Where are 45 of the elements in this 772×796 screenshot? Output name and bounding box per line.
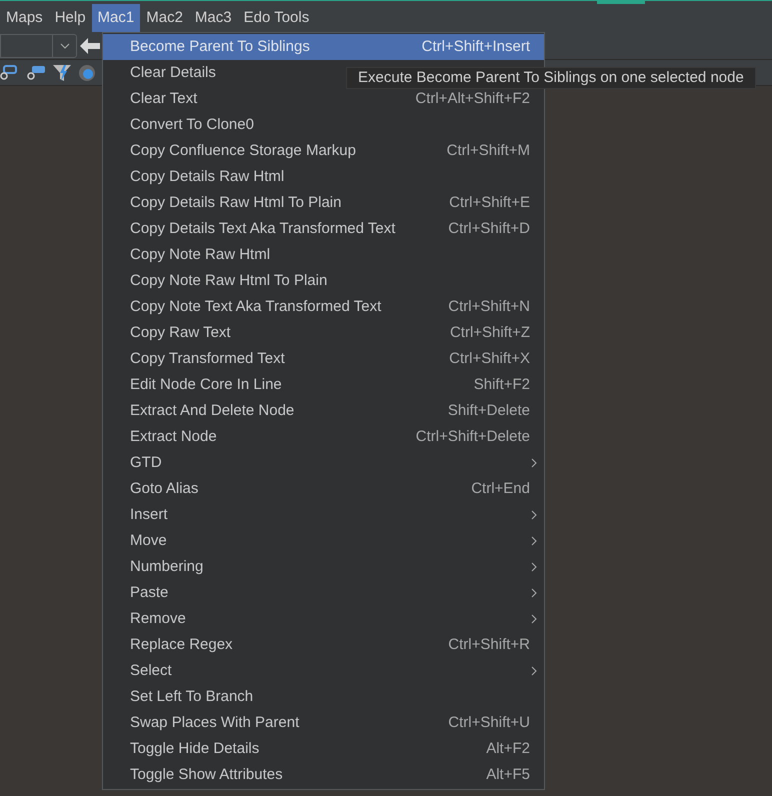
menu-item[interactable]: Copy Details Raw Html To Plain Ctrl+Shift+E xyxy=(103,190,544,216)
menu-bar-item[interactable]: Help xyxy=(48,4,92,32)
menu-item[interactable]: Copy Confluence Storage Markup Ctrl+Shift+M xyxy=(103,138,544,164)
menu-item[interactable]: Move xyxy=(103,528,544,554)
chevron-right-icon xyxy=(531,614,537,624)
chevron-right-icon xyxy=(531,588,537,598)
back-arrow-icon[interactable] xyxy=(80,38,100,54)
chevron-down-icon xyxy=(60,42,70,48)
filter-icon[interactable] xyxy=(52,62,72,82)
menu-item[interactable]: Edit Node Core In Line Shift+F2 xyxy=(103,372,544,398)
menu-item[interactable]: Paste xyxy=(103,580,544,606)
menu-item[interactable]: Copy Details Raw Html xyxy=(103,164,544,190)
chevron-right-icon xyxy=(531,562,537,572)
menu-item[interactable]: Copy Raw Text Ctrl+Shift+Z xyxy=(103,320,544,346)
menu-item[interactable]: Copy Details Text Aka Transformed Text Ctrl+Shift+D xyxy=(103,216,544,242)
menu-bar-item[interactable]: Mac1 xyxy=(92,4,140,32)
menu-bar-item[interactable]: Mac2 xyxy=(140,4,189,32)
chevron-right-icon xyxy=(531,458,537,468)
menu-item[interactable]: Convert To Clone0 xyxy=(103,112,544,138)
menu-item[interactable]: Select xyxy=(103,658,544,684)
chevron-right-icon xyxy=(531,536,537,546)
menu-item[interactable]: Goto Alias Ctrl+End xyxy=(103,476,544,502)
menu-item[interactable]: Remove xyxy=(103,606,544,632)
menu-item[interactable]: Extract Node Ctrl+Shift+Delete xyxy=(103,424,544,450)
menu-item[interactable]: Become Parent To Siblings Ctrl+Shift+Insert xyxy=(103,34,544,60)
menu-item[interactable]: Clear Text Ctrl+Alt+Shift+F2 xyxy=(103,86,544,112)
menu-item[interactable]: Set Left To Branch xyxy=(103,684,544,710)
menu-item[interactable]: Replace Regex Ctrl+Shift+R xyxy=(103,632,544,658)
menu-item[interactable]: Copy Note Raw Html xyxy=(103,242,544,268)
menu-item[interactable]: GTD xyxy=(103,450,544,476)
menu-bar-item[interactable]: Mac3 xyxy=(188,4,238,32)
menu-item[interactable]: Insert xyxy=(103,502,544,528)
menu-bar-item[interactable]: Maps xyxy=(0,4,49,32)
chevron-right-icon xyxy=(531,510,537,520)
tooltip: Execute Become Parent To Siblings on one selected node xyxy=(346,67,756,89)
menu-item[interactable]: Toggle Hide Details Alt+F2 xyxy=(103,736,544,762)
menu-item[interactable]: Toggle Show Attributes Alt+F5 xyxy=(103,762,544,788)
menu-bar-item[interactable]: Edo Tools xyxy=(238,4,316,32)
chevron-right-icon xyxy=(531,666,537,676)
menu-item[interactable]: Swap Places With Parent Ctrl+Shift+U xyxy=(103,710,544,736)
menu-item[interactable]: Extract And Delete Node Shift+Delete xyxy=(103,398,544,424)
menu-item[interactable]: Copy Note Raw Html To Plain xyxy=(103,268,544,294)
menu-item[interactable]: Copy Transformed Text Ctrl+Shift+X xyxy=(103,346,544,372)
menu-item[interactable]: Numbering xyxy=(103,554,544,580)
menu-item[interactable]: Copy Note Text Aka Transformed Text Ctrl+Shift+N xyxy=(103,294,544,320)
